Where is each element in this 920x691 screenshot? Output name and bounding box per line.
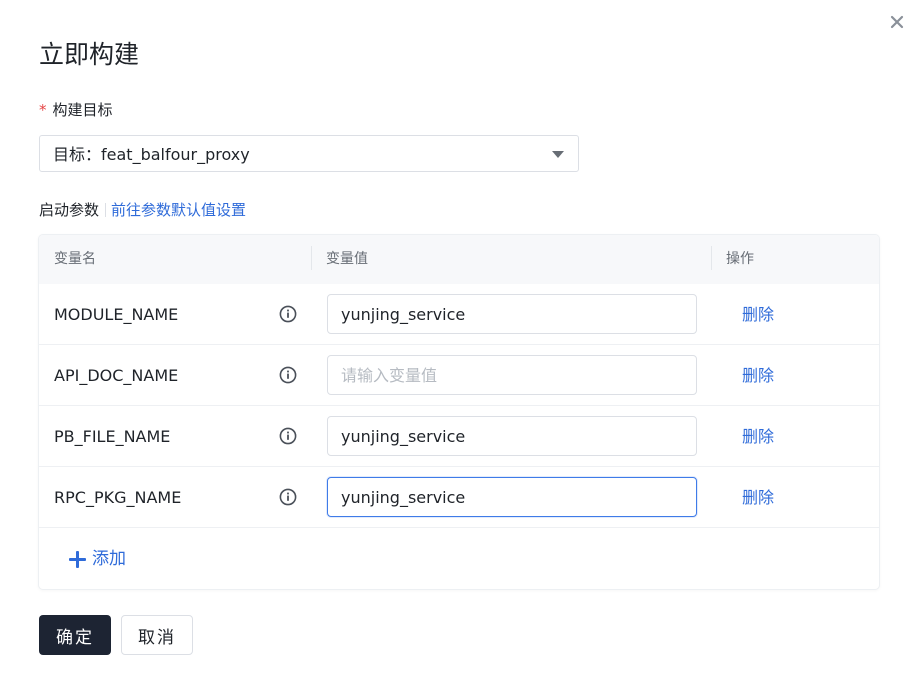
params-label: 启动参数 bbox=[39, 201, 100, 219]
delete-button[interactable]: 删除 bbox=[742, 305, 774, 324]
build-dialog: 立即构建 * 构建目标 目标：feat_balfour_proxy 启动参数 前往参… bbox=[0, 0, 920, 691]
params-table: 变量名 变量值 操作 MODULE_NAME 删除 API_DOC_NAME 删… bbox=[39, 235, 879, 589]
column-divider bbox=[311, 246, 312, 270]
close-icon bbox=[890, 15, 904, 29]
column-header-action: 操作 bbox=[726, 251, 754, 267]
build-target-value: feat_balfour_proxy bbox=[101, 145, 250, 164]
delete-button[interactable]: 删除 bbox=[742, 488, 774, 507]
variable-name: API_DOC_NAME bbox=[54, 366, 179, 385]
table-header: 变量名 变量值 操作 bbox=[39, 235, 879, 284]
variable-value-input[interactable] bbox=[327, 416, 697, 456]
build-target-selected: 目标：feat_balfour_proxy bbox=[53, 145, 250, 164]
info-icon[interactable] bbox=[279, 427, 297, 445]
build-target-label: * 构建目标 bbox=[39, 100, 113, 120]
close-button[interactable] bbox=[887, 12, 907, 32]
info-icon[interactable] bbox=[279, 488, 297, 506]
delete-button[interactable]: 删除 bbox=[742, 427, 774, 446]
variable-name: PB_FILE_NAME bbox=[54, 427, 171, 446]
caret-down-icon bbox=[552, 151, 564, 158]
variable-value-input[interactable] bbox=[327, 294, 697, 334]
dialog-title: 立即构建 bbox=[39, 40, 140, 69]
param-defaults-link[interactable]: 前往参数默认值设置 bbox=[111, 201, 246, 219]
build-target-prefix: 目标： bbox=[53, 145, 102, 164]
build-target-label-text: 构建目标 bbox=[52, 101, 113, 119]
variable-value-input[interactable] bbox=[327, 355, 697, 395]
build-target-select[interactable]: 目标：feat_balfour_proxy bbox=[39, 135, 579, 172]
table-row: MODULE_NAME 删除 bbox=[39, 284, 879, 345]
plus-icon bbox=[69, 550, 86, 568]
params-header: 启动参数 前往参数默认值设置 bbox=[39, 200, 246, 220]
cancel-button[interactable]: 取消 bbox=[121, 615, 193, 655]
divider bbox=[105, 203, 107, 217]
info-icon[interactable] bbox=[279, 305, 297, 323]
table-row: RPC_PKG_NAME 删除 bbox=[39, 467, 879, 528]
variable-name: RPC_PKG_NAME bbox=[54, 488, 182, 507]
confirm-button[interactable]: 确定 bbox=[39, 615, 111, 655]
variable-name: MODULE_NAME bbox=[54, 305, 179, 324]
add-variable-label: 添加 bbox=[92, 549, 126, 569]
add-variable-button[interactable]: 添加 bbox=[69, 549, 126, 569]
info-icon[interactable] bbox=[279, 366, 297, 384]
required-mark: * bbox=[39, 101, 47, 119]
table-row: PB_FILE_NAME 删除 bbox=[39, 406, 879, 467]
delete-button[interactable]: 删除 bbox=[742, 366, 774, 385]
table-row: API_DOC_NAME 删除 bbox=[39, 345, 879, 406]
column-divider bbox=[711, 246, 712, 270]
variable-value-input[interactable] bbox=[327, 477, 697, 517]
column-header-value: 变量值 bbox=[326, 251, 368, 267]
column-header-name: 变量名 bbox=[54, 251, 96, 267]
